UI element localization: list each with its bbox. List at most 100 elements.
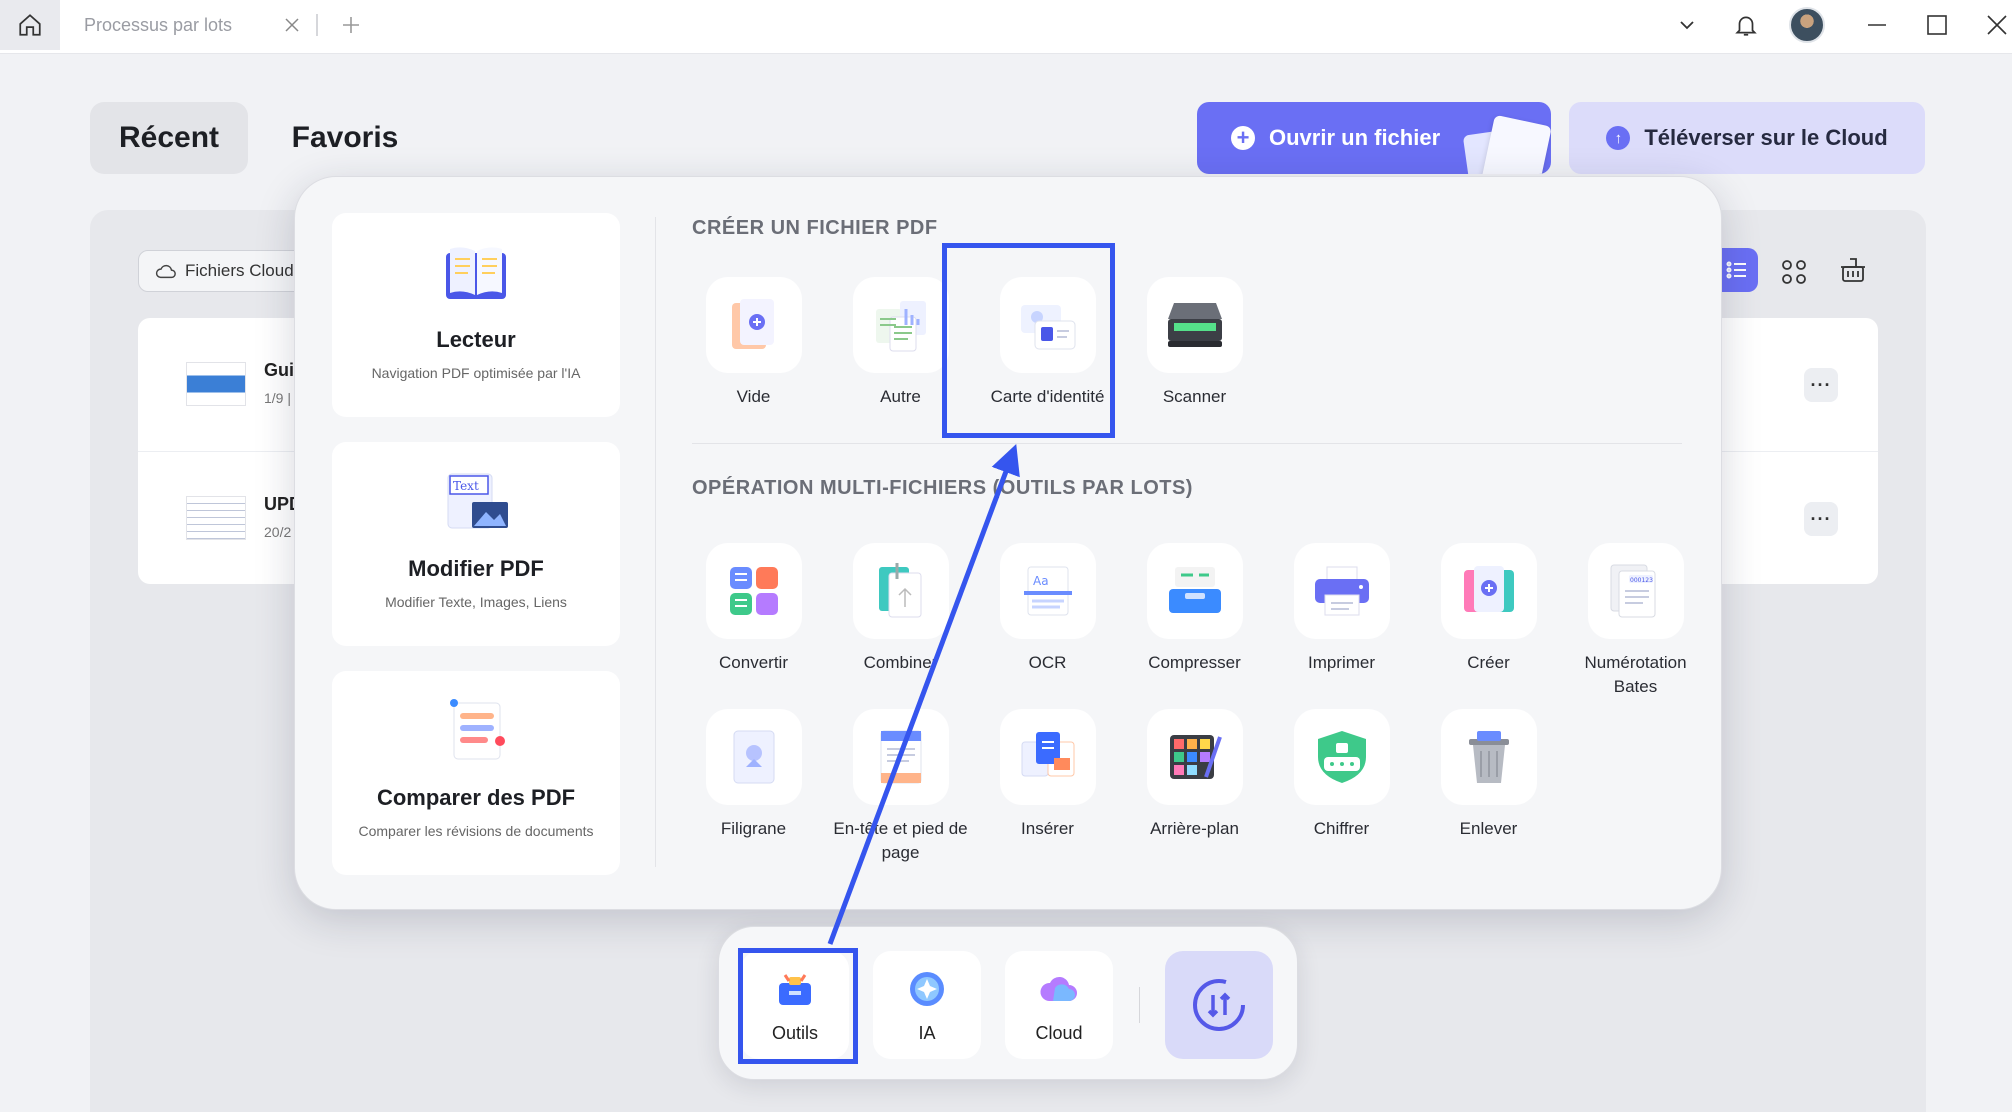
file-thumbnail	[186, 362, 246, 406]
cloud-filter-label: Fichiers Cloud	[185, 261, 294, 280]
open-file-label: Ouvrir un fichier	[1269, 125, 1441, 150]
maximize-button[interactable]	[1922, 10, 1952, 40]
feature-edit-title: Modifier PDF	[408, 556, 544, 581]
tool-scanner[interactable]: Scanner	[1121, 277, 1268, 409]
open-file-button[interactable]: + Ouvrir un fichier	[1197, 102, 1551, 174]
tool-encrypt[interactable]: Chiffrer	[1268, 709, 1415, 841]
highlight-tools	[738, 948, 858, 1064]
list-view-button[interactable]	[1716, 248, 1758, 292]
compare-icon	[450, 699, 505, 760]
popup-divider	[655, 217, 656, 867]
more-options-button[interactable]: ···	[1804, 368, 1838, 402]
tool-insert[interactable]: Insérer	[974, 709, 1121, 841]
dock-ai-label: IA	[918, 1023, 936, 1043]
maximize-icon	[1927, 15, 1947, 35]
batch-section-title: OPÉRATION MULTI-FICHIERS (OUTILS PAR LOT…	[692, 477, 1193, 499]
avatar[interactable]	[1789, 7, 1825, 43]
ai-sparkle-icon	[910, 972, 944, 1006]
close-window-button[interactable]	[1982, 10, 2012, 40]
feature-compare-desc: Comparer les révisions de documents	[358, 823, 594, 839]
close-window-icon	[1987, 15, 2007, 35]
more-options-button[interactable]: ···	[1804, 502, 1838, 536]
tool-watermark-label: Filigrane	[720, 819, 787, 838]
tool-background-label: Arrière-plan	[1150, 819, 1239, 838]
trash-button[interactable]	[1833, 250, 1873, 290]
watermark-icon	[705, 709, 802, 805]
tool-create[interactable]: Créer	[1415, 543, 1562, 675]
highlight-id-card	[942, 243, 1115, 438]
feature-compare-pdf[interactable]: Comparer des PDF Comparer les révisions …	[332, 671, 620, 875]
edit-text-icon: Text	[447, 473, 508, 529]
file-meta: 1/9 |	[264, 390, 291, 406]
new-tab-button[interactable]	[338, 12, 364, 38]
tool-background[interactable]: Arrière-plan	[1121, 709, 1268, 841]
create-icon	[1440, 543, 1537, 639]
plus-circle-icon: +	[1231, 126, 1255, 150]
grid-view-button[interactable]	[1774, 252, 1814, 292]
tool-header-footer[interactable]: En-tête et pied de page	[827, 709, 974, 865]
tool-convert[interactable]: Convertir	[680, 543, 827, 675]
tool-create-label: Créer	[1467, 653, 1510, 672]
tool-scanner-label: Scanner	[1162, 387, 1227, 406]
tool-bates-numbering[interactable]: 000123 Numérotation Bates	[1562, 543, 1709, 699]
header-footer-icon	[852, 709, 949, 805]
clear-icon	[1841, 258, 1865, 282]
tool-combine-label: Combiner	[863, 653, 938, 672]
minimize-icon	[1868, 24, 1886, 26]
blank-doc-icon	[705, 277, 802, 373]
feature-compare-title: Comparer des PDF	[376, 785, 576, 810]
grid-icon	[1782, 260, 1806, 284]
tool-compress-label: Compresser	[1148, 653, 1241, 672]
ocr-icon: Aa	[999, 543, 1096, 639]
file-meta: 20/2	[264, 524, 292, 540]
notifications-button[interactable]	[1731, 10, 1761, 40]
tool-blank[interactable]: Vide	[680, 277, 827, 409]
feature-reader[interactable]: Lecteur Navigation PDF optimisée par l'I…	[332, 213, 620, 417]
tool-encrypt-label: Chiffrer	[1313, 819, 1370, 838]
dock-batch-button[interactable]	[1165, 951, 1273, 1059]
insert-icon	[999, 709, 1096, 805]
combine-icon	[852, 543, 949, 639]
batch-process-icon	[1193, 979, 1245, 1031]
section-divider	[692, 443, 1682, 444]
tool-compress[interactable]: Compresser	[1121, 543, 1268, 675]
edit-text-icon-label: Text	[453, 479, 479, 493]
svg-text:Aa: Aa	[1033, 574, 1049, 588]
chevron-down-icon	[1680, 21, 1694, 30]
tab-favorites[interactable]: Favoris	[270, 102, 420, 174]
home-button[interactable]	[0, 0, 60, 50]
feature-edit-pdf[interactable]: Text Modifier PDF Modifier Texte, Images…	[332, 442, 620, 646]
svg-text:000123: 000123	[1630, 577, 1653, 584]
cloud-icon	[155, 264, 176, 279]
tab-close-button[interactable]	[280, 13, 304, 37]
home-icon	[19, 14, 41, 36]
upload-arrow-icon: ↑	[1606, 126, 1631, 150]
cloud-icon	[1040, 976, 1077, 1001]
tab-separator	[316, 14, 318, 36]
feature-reader-desc: Navigation PDF optimisée par l'IA	[371, 365, 581, 381]
tool-bates-label: Numérotation Bates	[1584, 653, 1687, 696]
other-docs-icon	[852, 277, 949, 373]
tab-label: Processus par lots	[84, 14, 233, 35]
dock-ai[interactable]: IA	[873, 951, 981, 1059]
upload-cloud-label: Téléverser sur le Cloud	[1644, 125, 1888, 150]
bell-icon	[1735, 16, 1757, 36]
tool-ocr[interactable]: Aa OCR	[974, 543, 1121, 675]
dock-separator	[1139, 987, 1140, 1023]
upload-cloud-button[interactable]: ↑ Téléverser sur le Cloud	[1569, 102, 1925, 174]
tool-combine[interactable]: Combiner	[827, 543, 974, 675]
tool-convert-label: Convertir	[719, 653, 788, 672]
dock-cloud[interactable]: Cloud	[1005, 951, 1113, 1059]
tool-remove[interactable]: Enlever	[1415, 709, 1562, 841]
tab-recent[interactable]: Récent	[90, 102, 248, 174]
minimize-button[interactable]	[1862, 10, 1892, 40]
tool-watermark[interactable]: Filigrane	[680, 709, 827, 841]
background-palette-icon	[1146, 709, 1243, 805]
tool-print[interactable]: Imprimer	[1268, 543, 1415, 675]
scanner-icon	[1146, 277, 1243, 373]
printer-icon	[1293, 543, 1390, 639]
open-book-icon	[446, 247, 506, 299]
dropdown-button[interactable]	[1672, 10, 1702, 40]
tab-recent-label: Récent	[118, 121, 220, 154]
tab-favorites-label: Favoris	[291, 121, 399, 154]
